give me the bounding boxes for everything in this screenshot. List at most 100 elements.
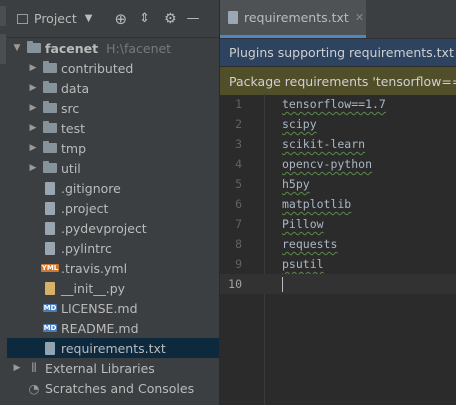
folder-icon <box>42 61 58 75</box>
folder-icon <box>42 121 58 135</box>
code-text: scikit-learn <box>282 137 366 151</box>
expanded-arrow-icon[interactable]: ▼ <box>11 43 23 53</box>
tree-item-label: tmp <box>61 140 87 156</box>
code-line[interactable]: 10 <box>220 274 456 294</box>
line-number: 7 <box>235 217 242 231</box>
scratches-icon: ◔ <box>28 380 40 396</box>
tree-item[interactable]: ◔ Scratches and Consoles <box>7 378 219 398</box>
file-icon <box>42 341 58 355</box>
library-icon: ⫴ <box>31 360 37 375</box>
folder-icon <box>42 141 58 155</box>
tree-item[interactable]: YML .travis.yml <box>7 258 219 278</box>
tree-item[interactable]: .pylintrc <box>7 238 219 258</box>
line-number: 6 <box>235 197 242 211</box>
locate-target-icon[interactable]: ⊕ <box>114 10 127 28</box>
code-line[interactable]: 2 scipy <box>220 114 456 134</box>
tree-item[interactable]: ▼ facenet H:\facenet <box>7 38 219 58</box>
tree-item[interactable]: MD LICENSE.md <box>7 298 219 318</box>
line-number: 10 <box>228 277 242 291</box>
tree-item-label: util <box>61 160 81 176</box>
folder-icon <box>42 81 58 95</box>
line-number: 1 <box>235 97 242 111</box>
code-line[interactable]: 9 psutil <box>220 254 456 274</box>
editor-tab-bar: requirements.txt ✕ <box>220 0 456 39</box>
folder-icon <box>26 41 42 55</box>
tree-item[interactable]: MD README.md <box>7 318 219 338</box>
folder-icon <box>42 161 58 175</box>
tree-item-path-hint: H:\facenet <box>106 40 172 56</box>
tree-item[interactable]: ▶ test <box>7 118 219 138</box>
code-line[interactable]: 8 requests <box>220 234 456 254</box>
code-text: h5py <box>282 177 310 191</box>
plugins-banner[interactable]: Plugins supporting requirements.txt file <box>220 39 456 67</box>
markdown-file-icon: MD <box>42 304 58 312</box>
tree-item[interactable]: ▶ util <box>7 158 219 178</box>
collapsed-arrow-icon[interactable]: ▶ <box>27 123 39 133</box>
tree-item[interactable]: .project <box>7 198 219 218</box>
code-line[interactable]: 6 matplotlib <box>220 194 456 214</box>
text-file-icon <box>228 11 238 24</box>
tree-item-label: .pydevproject <box>61 220 147 236</box>
tree-item[interactable]: .pydevproject <box>7 218 219 238</box>
collapsed-arrow-icon[interactable]: ▶ <box>27 143 39 153</box>
collapsed-arrow-icon[interactable]: ▶ <box>27 103 39 113</box>
yml-file-icon: YML <box>40 264 60 272</box>
tree-item[interactable]: ▶ data <box>7 78 219 98</box>
python-file-icon <box>42 281 58 295</box>
text-caret <box>282 276 283 292</box>
project-tool-tab[interactable] <box>0 6 6 26</box>
tree-item[interactable]: .gitignore <box>7 178 219 198</box>
tab-label: requirements.txt <box>244 10 349 25</box>
tree-item-label: .pylintrc <box>61 240 112 256</box>
code-text: scipy <box>282 117 317 131</box>
collapsed-arrow-icon[interactable]: ▶ <box>27 163 39 173</box>
gear-icon[interactable]: ⚙ <box>164 11 177 27</box>
code-text: psutil <box>282 257 324 271</box>
editor-tab-requirements[interactable]: requirements.txt ✕ <box>220 0 366 38</box>
line-number: 9 <box>235 257 242 271</box>
close-icon[interactable]: ✕ <box>355 11 364 24</box>
code-line[interactable]: 1 tensorflow==1.7 <box>220 94 456 114</box>
editor-area: requirements.txt ✕ Plugins supporting re… <box>220 0 456 405</box>
structure-tool-tab[interactable] <box>0 34 6 64</box>
minimize-icon[interactable]: — <box>187 11 200 26</box>
tree-item-label: requirements.txt <box>61 340 166 356</box>
file-icon <box>42 221 58 235</box>
tree-item[interactable]: ▶ tmp <box>7 138 219 158</box>
package-requirements-banner[interactable]: Package requirements 'tensorflow==1. <box>220 67 456 95</box>
code-line[interactable]: 5 h5py <box>220 174 456 194</box>
tree-item[interactable]: requirements.txt <box>7 338 219 358</box>
tree-item-label: .project <box>61 200 109 216</box>
tree-item[interactable]: ▶ src <box>7 98 219 118</box>
chevron-down-icon[interactable]: ▼ <box>85 13 93 24</box>
code-text: matplotlib <box>282 197 352 211</box>
tree-item-label: .travis.yml <box>61 260 128 276</box>
code-text: Pillow <box>282 217 324 231</box>
line-number: 5 <box>235 177 242 191</box>
tree-item-label: External Libraries <box>45 360 155 376</box>
code-line[interactable]: 4 opencv-python <box>220 154 456 174</box>
tree-item-label: README.md <box>61 320 139 336</box>
project-panel-title[interactable]: Project <box>34 11 77 26</box>
tree-item-label: __init__.py <box>61 280 126 296</box>
code-line[interactable]: 3 scikit-learn <box>220 134 456 154</box>
tree-item[interactable]: ▶ contributed <box>7 58 219 78</box>
tree-item-label: .gitignore <box>61 180 121 196</box>
line-number: 4 <box>235 157 242 171</box>
collapsed-arrow-icon[interactable]: ▶ <box>11 363 23 373</box>
project-panel: Project ▼ ⊕ ⇕ ⚙ — ▼ facenet H:\facenet ▶ con… <box>7 0 220 405</box>
collapse-all-icon[interactable]: ⇕ <box>139 11 150 26</box>
tree-item[interactable]: __init__.py <box>7 278 219 298</box>
tree-item[interactable]: ▶ ⫴ External Libraries <box>7 358 219 378</box>
collapsed-arrow-icon[interactable]: ▶ <box>27 63 39 73</box>
tree-item-label: LICENSE.md <box>61 300 138 316</box>
tree-item-label: facenet <box>45 40 99 56</box>
tree-item-label: data <box>61 80 90 96</box>
code-line[interactable]: 7 Pillow <box>220 214 456 234</box>
plugins-banner-text: Plugins supporting requirements.txt file <box>229 45 456 60</box>
tree-item-label: contributed <box>61 60 134 76</box>
file-icon <box>42 181 58 195</box>
collapsed-arrow-icon[interactable]: ▶ <box>27 83 39 93</box>
tree-item-label: src <box>61 100 80 116</box>
line-number: 8 <box>235 237 242 251</box>
